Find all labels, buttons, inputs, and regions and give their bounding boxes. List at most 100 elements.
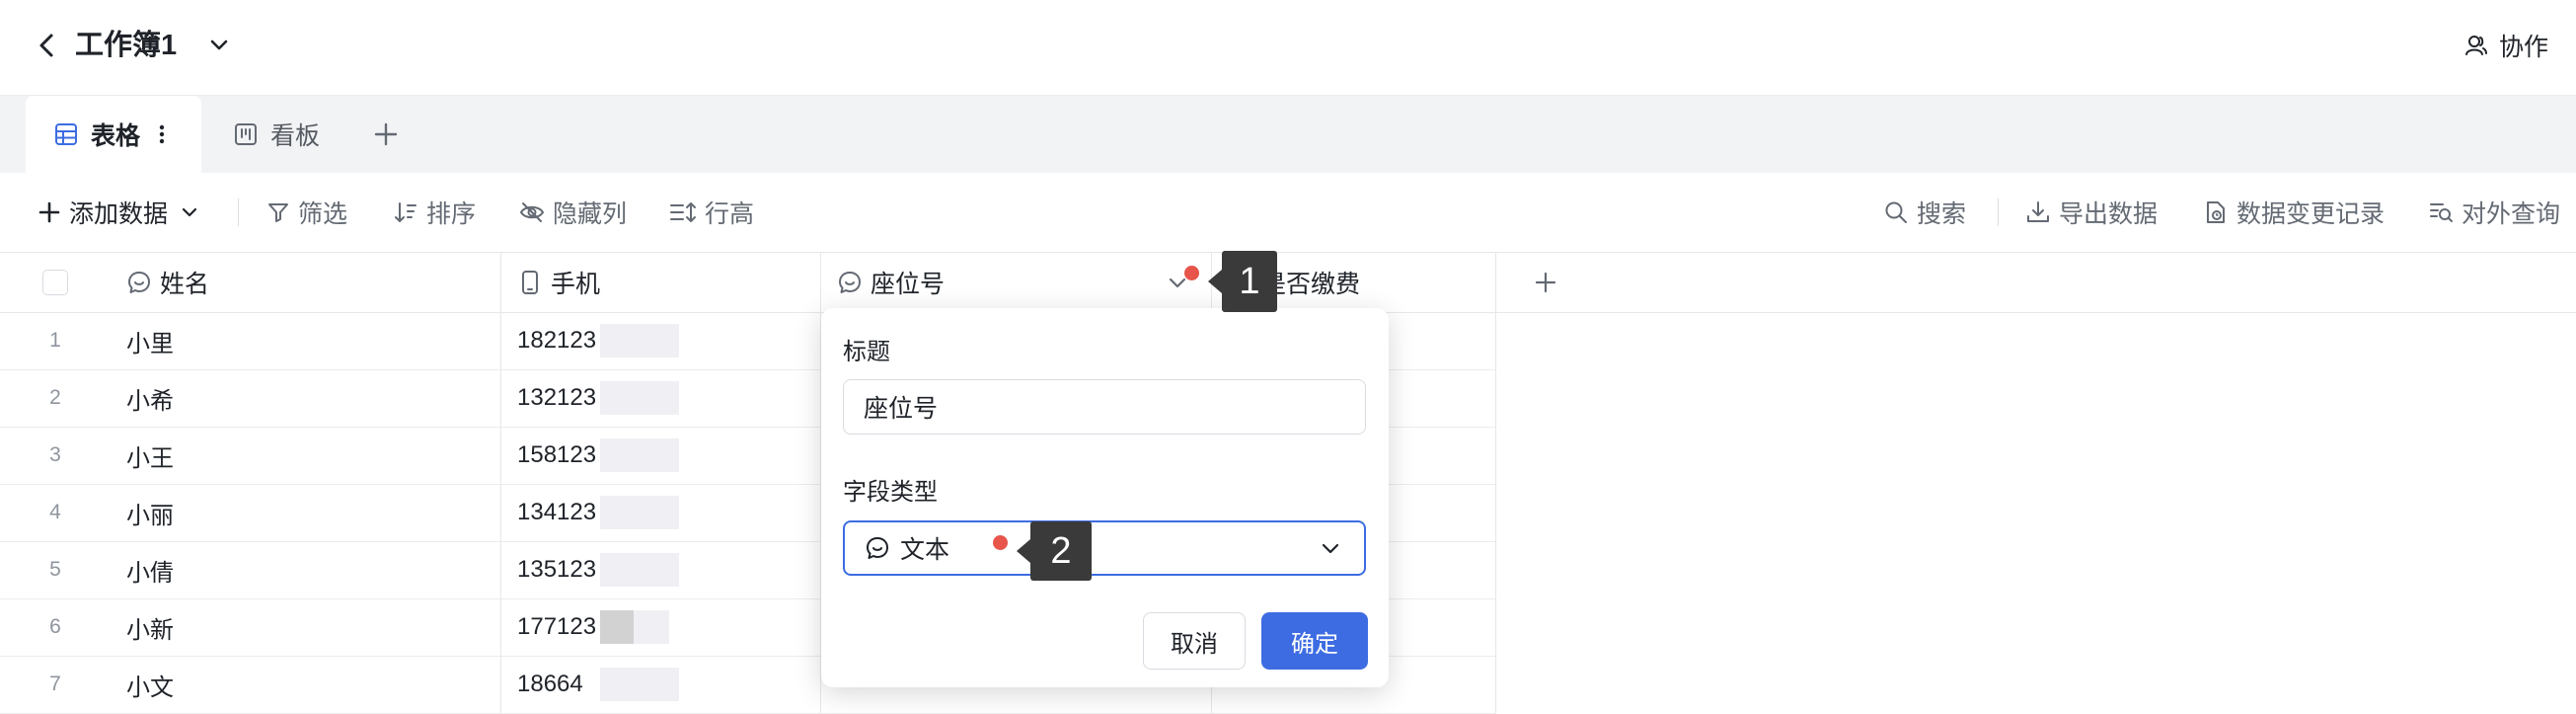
row-index: 5	[49, 558, 61, 581]
toolbar-divider	[238, 198, 239, 226]
hide-columns-button[interactable]: 隐藏列	[519, 173, 627, 252]
table-icon	[53, 121, 79, 147]
search-label: 搜索	[1917, 200, 1967, 228]
phone-value: 134123	[517, 499, 597, 525]
name-cell[interactable]: 小文	[111, 656, 501, 713]
filter-button[interactable]: 筛选	[266, 173, 347, 252]
column-header-label: 座位号	[871, 271, 946, 298]
view-tabs: 表格 看板	[0, 96, 2576, 173]
add-data-label: 添加数据	[69, 200, 169, 228]
export-data-button[interactable]: 导出数据	[2025, 173, 2158, 252]
tab-table-label: 表格	[91, 122, 141, 150]
column-header-seat[interactable]: 座位号	[821, 253, 1212, 312]
redaction-block	[600, 610, 634, 644]
phone-cell[interactable]: 18664	[501, 656, 821, 713]
filter-icon	[266, 200, 298, 224]
sort-button[interactable]: 排序	[393, 173, 476, 252]
column-header-name[interactable]: 姓名	[111, 253, 501, 312]
phone-value: 182123	[517, 327, 597, 354]
add-data-button[interactable]: 添加数据	[38, 173, 209, 252]
column-header-phone[interactable]: 手机	[501, 253, 821, 312]
row-index: 2	[49, 386, 61, 409]
name-cell[interactable]: 小新	[111, 598, 501, 656]
file-history-icon	[2203, 199, 2236, 225]
phone-value: 132123	[517, 384, 597, 411]
tab-kanban[interactable]: 看板	[229, 96, 320, 173]
search-icon	[1883, 199, 1917, 225]
toolbar: 添加数据 筛选 排序 隐藏列 行高 搜索 导出数据 数据变更记录 对外查询	[0, 173, 2576, 253]
row-height-button[interactable]: 行高	[669, 173, 754, 252]
sort-icon	[393, 200, 426, 224]
field-edit-popover: 标题 字段类型 文本 取消 确定	[821, 308, 1389, 687]
phone-cell[interactable]: 177123	[501, 598, 821, 656]
text-field-icon	[865, 535, 890, 561]
table-header: 姓名 手机 座位号 是否缴费	[0, 253, 2576, 313]
phone-cell[interactable]: 132123	[501, 369, 821, 427]
name-cell[interactable]: 小丽	[111, 484, 501, 541]
query-list-icon	[2428, 199, 2462, 225]
hide-columns-label: 隐藏列	[553, 200, 628, 228]
user-icon	[2463, 33, 2489, 58]
export-data-label: 导出数据	[2059, 200, 2159, 228]
phone-value: 158123	[517, 441, 597, 468]
name-cell[interactable]: 小里	[111, 312, 501, 369]
field-type-label: 字段类型	[843, 479, 938, 506]
filter-label: 筛选	[298, 200, 348, 228]
step-marker-1: 1	[1208, 251, 1277, 312]
name-cell[interactable]: 小王	[111, 427, 501, 484]
sort-label: 排序	[426, 200, 477, 228]
marker-dot	[993, 535, 1008, 550]
row-height-label: 行高	[705, 200, 755, 228]
select-all-checkbox[interactable]	[42, 270, 68, 295]
change-log-button[interactable]: 数据变更记录	[2203, 173, 2385, 252]
field-title-input[interactable]	[843, 379, 1366, 435]
phone-value: 177123	[517, 613, 597, 640]
more-vertical-icon[interactable]	[158, 123, 166, 145]
chevron-down-icon[interactable]	[178, 200, 209, 224]
redaction-block	[600, 668, 679, 701]
name-cell[interactable]: 小倩	[111, 541, 501, 598]
marker-dot	[1184, 266, 1199, 280]
row-height-icon	[669, 200, 705, 224]
phone-cell[interactable]: 134123	[501, 484, 821, 541]
phone-cell[interactable]: 158123	[501, 427, 821, 484]
redaction-block	[634, 610, 669, 644]
row-index: 3	[49, 443, 61, 466]
download-icon	[2025, 199, 2059, 225]
redaction-block	[600, 438, 679, 472]
chevron-down-icon	[1317, 534, 1344, 562]
redaction-block	[600, 381, 679, 415]
column-header-label: 手机	[551, 271, 601, 298]
plus-icon	[38, 200, 69, 224]
workbook-title[interactable]: 工作簿1	[75, 22, 177, 69]
name-cell[interactable]: 小希	[111, 369, 501, 427]
row-index: 1	[49, 329, 61, 352]
phone-cell[interactable]: 135123	[501, 541, 821, 598]
step-marker-2: 2	[1017, 521, 1092, 581]
plus-icon	[1531, 268, 1560, 297]
text-field-icon	[837, 270, 863, 295]
public-query-button[interactable]: 对外查询	[2428, 173, 2560, 252]
chevron-down-icon[interactable]	[203, 30, 235, 61]
back-arrow-icon[interactable]	[30, 28, 65, 63]
add-column-button[interactable]	[1496, 253, 1595, 312]
tab-table[interactable]: 表格	[26, 96, 201, 173]
collaborate-button[interactable]: 协作	[2463, 24, 2548, 67]
search-button[interactable]: 搜索	[1883, 173, 1966, 252]
confirm-button[interactable]: 确定	[1261, 612, 1368, 670]
phone-field-icon	[517, 270, 543, 295]
phone-cell[interactable]: 182123	[501, 312, 821, 369]
row-index: 6	[49, 615, 61, 638]
cancel-button[interactable]: 取消	[1143, 612, 1246, 670]
tab-kanban-label: 看板	[270, 122, 321, 150]
redaction-block	[600, 553, 679, 587]
title-label: 标题	[843, 339, 890, 365]
redaction-block	[600, 496, 679, 529]
kanban-icon	[233, 121, 259, 147]
phone-value: 18664	[517, 671, 583, 697]
toolbar-divider	[1998, 198, 1999, 226]
redaction-block	[600, 324, 679, 357]
field-type-select[interactable]: 文本	[843, 520, 1366, 576]
add-view-plus-icon[interactable]	[367, 116, 405, 153]
collaborate-label: 协作	[2498, 34, 2548, 61]
